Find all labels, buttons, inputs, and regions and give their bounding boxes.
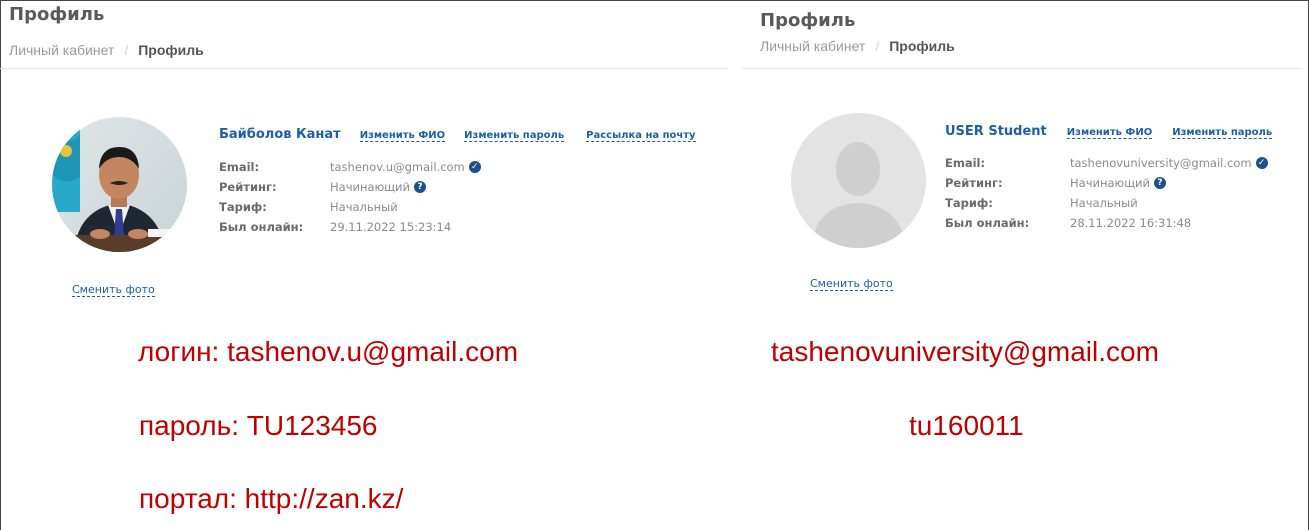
tariff-label: Тариф: xyxy=(945,196,993,210)
portal-note: портал: http://zan.kz/ xyxy=(139,483,404,514)
info-row-rating: Рейтинг: Начинающий ? xyxy=(945,173,1268,193)
avatar-photo xyxy=(52,117,187,252)
breadcrumb-home-link[interactable]: Личный кабинет xyxy=(9,42,114,58)
info-row-last-online: Был онлайн: 29.11.2022 15:23:14 xyxy=(219,217,481,237)
last-online-label: Был онлайн: xyxy=(219,220,304,234)
breadcrumb-home-link[interactable]: Личный кабинет xyxy=(760,38,865,54)
info-row-email: Email: tashenov.u@gmail.com ✓ xyxy=(219,157,481,177)
avatar-placeholder xyxy=(791,113,926,248)
check-circle-icon: ✓ xyxy=(1255,157,1268,169)
tariff-value: Начальный xyxy=(330,200,398,214)
rating-value-wrap: Начинающий ? xyxy=(1070,176,1166,190)
info-row-tariff: Тариф: Начальный xyxy=(219,197,481,217)
password-note: пароль: TU123456 xyxy=(139,410,378,441)
info-row-email: Email: tashenovuniversity@gmail.com ✓ xyxy=(945,153,1268,173)
mailing-subscription-link[interactable]: Рассылка на почту xyxy=(586,130,696,142)
change-photo-link[interactable]: Сменить фото xyxy=(72,283,155,297)
breadcrumb-separator: / xyxy=(124,42,129,58)
rating-label: Рейтинг: xyxy=(945,176,1003,190)
question-circle-icon[interactable]: ? xyxy=(1154,177,1166,189)
check-circle-icon: ✓ xyxy=(468,161,481,173)
rating-value-wrap: Начинающий ? xyxy=(330,180,426,194)
question-circle-icon[interactable]: ? xyxy=(414,181,426,193)
breadcrumb-current: Профиль xyxy=(138,42,204,58)
tariff-value: Начальный xyxy=(1070,196,1138,210)
breadcrumb-current: Профиль xyxy=(889,38,955,54)
profile-info-table: Email: tashenovuniversity@gmail.com ✓ Ре… xyxy=(945,153,1268,233)
profile-panel-left: Профиль Личный кабинет / Профиль Байболо… xyxy=(0,0,728,320)
rating-value: Начинающий xyxy=(330,180,410,194)
last-online-value: 28.11.2022 16:31:48 xyxy=(1070,216,1192,230)
breadcrumb: Личный кабинет / Профиль xyxy=(9,42,204,58)
profile-panel-right: Профиль Личный кабинет / Профиль USER St… xyxy=(742,0,1304,320)
user-silhouette-icon xyxy=(791,113,926,248)
info-row-tariff: Тариф: Начальный xyxy=(945,193,1268,213)
email-value: tashenov.u@gmail.com xyxy=(330,160,465,174)
email-value-wrap: tashenov.u@gmail.com ✓ xyxy=(330,160,481,174)
change-photo-link[interactable]: Сменить фото xyxy=(810,277,893,291)
second-password-note: tu160011 xyxy=(909,410,1024,441)
email-value: tashenovuniversity@gmail.com xyxy=(1070,156,1252,170)
change-password-link[interactable]: Изменить пароль xyxy=(1172,127,1273,139)
tariff-label: Тариф: xyxy=(219,200,267,214)
email-label: Email: xyxy=(945,156,986,170)
page-title: Профиль xyxy=(9,4,105,25)
breadcrumb-separator: / xyxy=(875,38,880,54)
breadcrumb: Личный кабинет / Профиль xyxy=(760,38,955,54)
user-name: USER Student xyxy=(945,124,1047,139)
page-title: Профиль xyxy=(760,10,856,31)
profile-name-row: USER Student Изменить ФИО Изменить парол… xyxy=(945,124,1273,139)
info-row-rating: Рейтинг: Начинающий ? xyxy=(219,177,481,197)
change-password-link[interactable]: Изменить пароль xyxy=(464,130,565,142)
rating-label: Рейтинг: xyxy=(219,180,277,194)
header-divider xyxy=(742,68,1302,69)
last-online-label: Был онлайн: xyxy=(945,216,1030,230)
email-value-wrap: tashenovuniversity@gmail.com ✓ xyxy=(1070,156,1268,170)
second-login-note: tashenovuniversity@gmail.com xyxy=(771,336,1159,367)
profile-info-table: Email: tashenov.u@gmail.com ✓ Рейтинг: Н… xyxy=(219,157,481,237)
login-note: логин: tashenov.u@gmail.com xyxy=(138,336,519,367)
user-name: Байболов Канат xyxy=(219,127,341,142)
change-name-link[interactable]: Изменить ФИО xyxy=(1066,127,1153,139)
email-label: Email: xyxy=(219,160,260,174)
change-name-link[interactable]: Изменить ФИО xyxy=(359,130,446,142)
info-row-last-online: Был онлайн: 28.11.2022 16:31:48 xyxy=(945,213,1268,233)
profile-name-row: Байболов Канат Изменить ФИО Изменить пар… xyxy=(219,127,696,142)
last-online-value: 29.11.2022 15:23:14 xyxy=(330,220,452,234)
header-divider xyxy=(0,68,728,69)
rating-value: Начинающий xyxy=(1070,176,1150,190)
